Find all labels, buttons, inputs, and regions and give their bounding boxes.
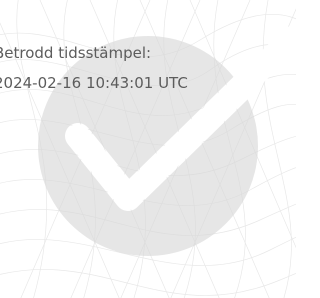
timestamp-label: Betrodd tidsstämpel:	[0, 44, 152, 62]
timestamp-value: 2024-02-16 10:43:01 UTC	[0, 74, 188, 92]
timestamp-seal: Betrodd tidsstämpel: 2024-02-16 10:43:01…	[0, 0, 296, 298]
timestamp-text: Betrodd tidsstämpel: 2024-02-16 10:43:01…	[0, 38, 188, 98]
